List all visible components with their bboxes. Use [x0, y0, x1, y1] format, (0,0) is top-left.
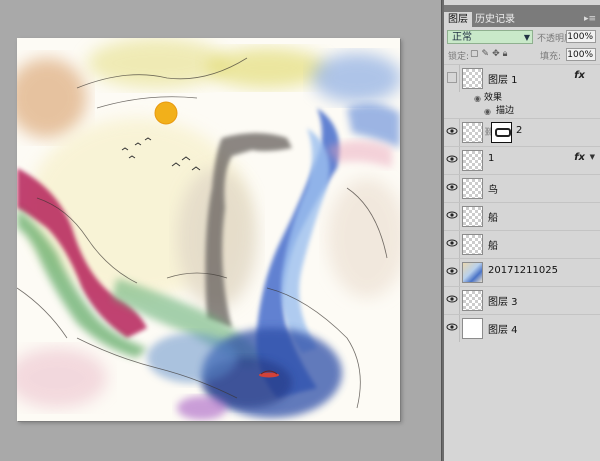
collapse-arrow-icon[interactable]: ▼ [590, 153, 595, 161]
layer-name: 2 [516, 125, 523, 136]
visibility-toggle[interactable] [447, 72, 457, 83]
lock-transparent-icon[interactable]: ▢ [470, 49, 482, 59]
lock-move-icon[interactable]: ✥ [492, 49, 503, 59]
effects-row[interactable]: ◉ 效果 [444, 92, 600, 105]
layer-name: 船 [488, 213, 498, 224]
layer-name: 船 [488, 241, 498, 252]
layer-name: 1 [488, 153, 495, 164]
layer-mask-thumbnail[interactable] [491, 122, 512, 143]
effect-stroke-row[interactable]: ◉ 描边 [444, 105, 600, 118]
blend-mode-select[interactable]: 正常 ▼ [447, 30, 533, 44]
layer-name: 鸟 [488, 185, 498, 196]
eye-icon[interactable] [446, 265, 458, 277]
layer-name: 图层 3 [488, 297, 518, 308]
layer-thumbnail [462, 206, 483, 227]
fill-label: 填充: [540, 52, 562, 62]
double-arrow-menu-icon[interactable]: ▸≡ [584, 14, 596, 24]
layer-thumbnail [462, 68, 483, 89]
layer-thumbnail [462, 318, 483, 339]
layer-row[interactable]: 船 [444, 202, 600, 230]
eye-icon[interactable] [446, 321, 458, 333]
eye-icon[interactable]: ◉ [474, 94, 482, 103]
layer-name: 图层 4 [488, 325, 518, 336]
layer-row[interactable]: ⛓ 2 [444, 118, 600, 146]
layer-row[interactable]: 图层 3 [444, 286, 600, 314]
eye-icon[interactable] [446, 237, 458, 249]
fill-field[interactable]: 100% [566, 48, 596, 61]
opacity-field[interactable]: 100% [566, 30, 596, 43]
blend-mode-value: 正常 [452, 32, 472, 43]
tab-layers[interactable]: 图层 [444, 12, 472, 27]
effects-label: 效果 [484, 93, 503, 103]
layer-name: 20171211025 [488, 265, 558, 276]
fx-icon[interactable]: fx [574, 70, 585, 81]
layer-row[interactable]: 1 fx ▼ [444, 146, 600, 174]
eye-icon[interactable] [446, 153, 458, 165]
layer-row[interactable]: 图层 1 fx [444, 64, 600, 92]
eye-icon[interactable]: ◉ [484, 107, 492, 116]
layer-row[interactable]: 船 [444, 230, 600, 258]
canvas-workspace[interactable] [0, 0, 441, 461]
ink-wash-painting [17, 38, 400, 421]
layer-thumbnail [462, 178, 483, 199]
fx-icon[interactable]: fx [574, 152, 585, 163]
layer-thumbnail [462, 122, 483, 143]
chevron-down-icon: ▼ [523, 33, 530, 42]
eye-icon[interactable] [446, 125, 458, 137]
layer-thumbnail [462, 234, 483, 255]
eye-icon[interactable] [446, 209, 458, 221]
lock-all-icon[interactable]: 🔒︎ [503, 49, 511, 59]
layer-thumbnail [462, 150, 483, 171]
eye-icon[interactable] [446, 181, 458, 193]
eye-icon[interactable] [446, 293, 458, 305]
document-canvas[interactable] [17, 38, 400, 421]
layer-row[interactable]: 20171211025 [444, 258, 600, 286]
lock-icons: ▢✎✥🔒︎ [470, 49, 510, 59]
layers-panel: 图层 历史记录 ▸≡ 正常 ▼ 不透明度: 100% 锁定: ▢✎✥🔒︎ 填充:… [444, 0, 600, 461]
layer-list: 图层 1 fx ◉ 效果 ◉ 描边 ⛓ 2 1 fx ▼ 鸟 船 船 20171… [444, 64, 600, 342]
layer-row[interactable]: 鸟 [444, 174, 600, 202]
layer-row[interactable]: 图层 4 [444, 314, 600, 342]
layer-name: 图层 1 [488, 75, 518, 86]
layer-thumbnail [462, 290, 483, 311]
effect-stroke-label: 描边 [496, 106, 515, 116]
layer-thumbnail [462, 262, 483, 283]
lock-brush-icon[interactable]: ✎ [482, 49, 493, 59]
lock-label: 锁定: [448, 52, 470, 62]
tab-history[interactable]: 历史记录 [471, 12, 519, 27]
